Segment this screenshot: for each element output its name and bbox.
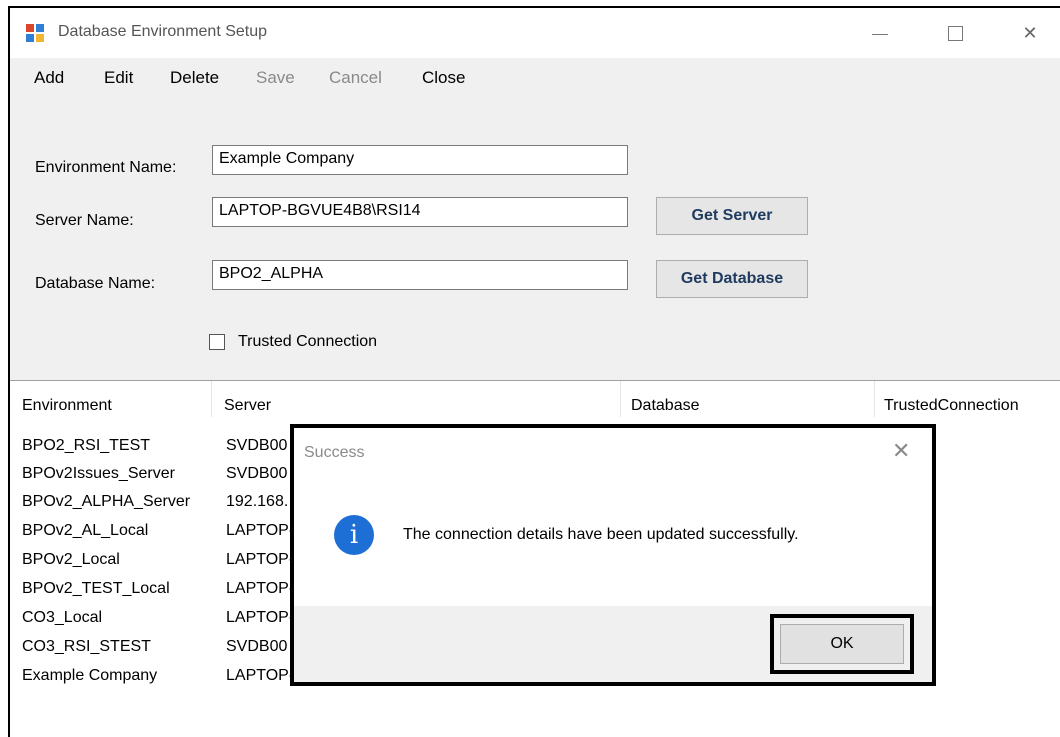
list-item-server: LAPTOP- <box>226 580 295 597</box>
column-divider <box>874 381 875 417</box>
column-divider <box>620 381 621 417</box>
menu-add[interactable]: Add <box>34 68 64 88</box>
list-item-environment[interactable]: BPOv2Issues_Server <box>22 465 175 483</box>
trusted-connection-label: Trusted Connection <box>238 333 378 350</box>
list-item-server: LAPTOP- <box>226 522 295 539</box>
column-header-environment[interactable]: Environment <box>22 397 112 415</box>
list-item-server: LAPTOP- <box>226 551 295 568</box>
menu-save[interactable]: Save <box>256 68 295 88</box>
menu-close[interactable]: Close <box>422 68 465 88</box>
server-name-input[interactable]: LAPTOP-BGVUE4B8\RSI14 <box>212 197 628 227</box>
dialog-footer: OK <box>294 606 932 682</box>
list-item-environment[interactable]: Example Company <box>22 667 157 685</box>
column-header-server[interactable]: Server <box>224 397 271 415</box>
database-name-label: Database Name: <box>35 275 156 292</box>
get-server-button[interactable]: Get Server <box>656 197 808 235</box>
server-name-label: Server Name: <box>35 212 134 229</box>
maximize-button[interactable] <box>935 18 975 48</box>
list-item-environment[interactable]: BPOv2_TEST_Local <box>22 580 170 598</box>
dialog-title: Success <box>304 444 365 461</box>
menu-cancel[interactable]: Cancel <box>329 68 382 88</box>
app-icon <box>26 24 44 42</box>
environment-name-label: Environment Name: <box>35 159 177 176</box>
database-name-input[interactable]: BPO2_ALPHA <box>212 260 628 290</box>
success-dialog: Success ✕ i The connection details have … <box>290 424 936 686</box>
close-icon: ✕ <box>1022 23 1038 43</box>
column-header-database[interactable]: Database <box>631 397 700 415</box>
ok-button[interactable]: OK <box>780 624 904 664</box>
menu-edit[interactable]: Edit <box>104 68 133 88</box>
list-item-server: SVDB00 <box>226 465 288 482</box>
list-item-environment[interactable]: BPOv2_AL_Local <box>22 522 148 540</box>
get-database-button[interactable]: Get Database <box>656 260 808 298</box>
minimize-icon <box>872 34 888 35</box>
title-bar: Database Environment Setup ✕ <box>10 8 1060 58</box>
environment-name-input[interactable]: Example Company <box>212 145 628 175</box>
trusted-connection-checkbox[interactable] <box>209 334 225 350</box>
list-item-server: LAPTOP- <box>226 667 295 684</box>
window-title: Database Environment Setup <box>58 23 268 40</box>
list-item-server: 192.168. <box>226 493 289 510</box>
list-item-environment[interactable]: CO3_Local <box>22 609 102 627</box>
menu-delete[interactable]: Delete <box>170 68 219 88</box>
info-icon: i <box>334 515 374 555</box>
list-item-server: SVDB00 <box>226 437 288 454</box>
list-item-environment[interactable]: BPOv2_ALPHA_Server <box>22 493 190 511</box>
list-item-environment[interactable]: CO3_RSI_STEST <box>22 638 151 656</box>
dialog-message: The connection details have been updated… <box>403 526 799 543</box>
maximize-icon <box>948 26 963 41</box>
column-divider <box>211 381 212 417</box>
menu-bar: Add Edit Delete Save Cancel Close <box>10 58 1060 98</box>
ok-button-highlight: OK <box>770 614 914 674</box>
minimize-button[interactable] <box>860 18 900 48</box>
environment-form: Environment Name: Example Company Server… <box>10 98 1060 380</box>
list-item-server: LAPTOP- <box>226 609 295 626</box>
close-window-button[interactable]: ✕ <box>1010 18 1050 48</box>
list-item-server: SVDB00 <box>226 638 288 655</box>
dialog-close-icon[interactable]: ✕ <box>892 438 910 464</box>
list-item-environment[interactable]: BPOv2_Local <box>22 551 120 569</box>
column-header-trusted-connection[interactable]: TrustedConnection <box>884 397 1019 415</box>
list-item-environment[interactable]: BPO2_RSI_TEST <box>22 437 150 455</box>
